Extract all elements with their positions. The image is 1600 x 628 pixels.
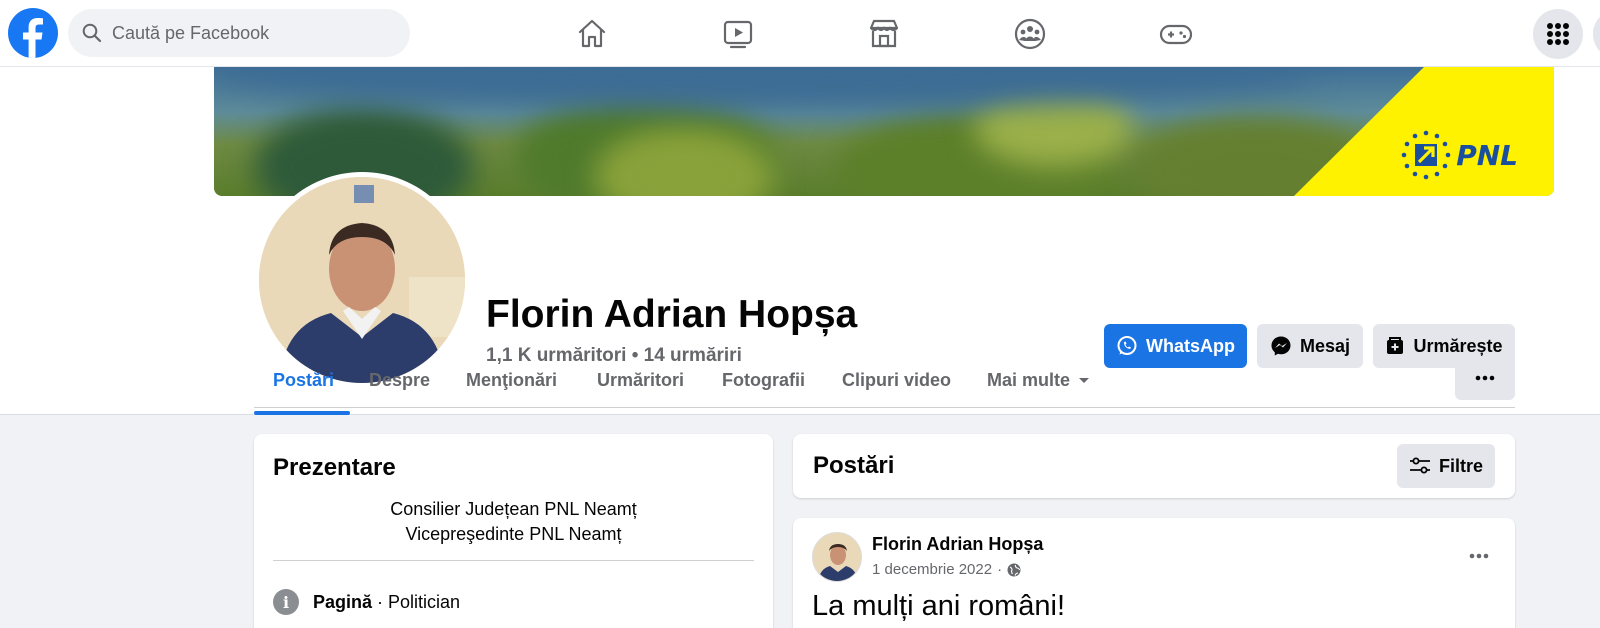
apps-menu-button[interactable] xyxy=(1533,9,1583,59)
post-author-avatar[interactable] xyxy=(812,532,862,582)
filters-button[interactable]: Filtre xyxy=(1397,444,1495,488)
post-options-button[interactable] xyxy=(1461,538,1497,574)
post-author-name[interactable]: Florin Adrian Hopșa xyxy=(872,534,1043,555)
post-text: La mulți ani români! xyxy=(812,590,1066,622)
caret-down-icon xyxy=(1079,378,1090,383)
home-icon[interactable] xyxy=(570,12,614,56)
pnl-stars-logo-icon xyxy=(1401,130,1451,180)
post-card: Florin Adrian Hopșa 1 decembrie 2022 · L… xyxy=(793,518,1515,628)
posts-header-card: Postări Filtre xyxy=(793,434,1515,498)
post-date[interactable]: 1 decembrie 2022 xyxy=(872,561,992,578)
category-label: Pagină xyxy=(313,591,373,612)
page-title: Florin Adrian Hopșa xyxy=(486,293,858,336)
globe-icon xyxy=(1007,563,1021,576)
bio-line-2: Vicepreşedinte PNL Neamț xyxy=(405,524,622,544)
page-category-row: i Pagină · Politician xyxy=(273,589,460,615)
filter-sliders-icon xyxy=(1409,457,1430,474)
search-input[interactable] xyxy=(112,22,382,44)
follow-label: Urmărește xyxy=(1413,335,1503,356)
facebook-logo-icon[interactable] xyxy=(8,8,58,58)
tab-about[interactable]: Despre xyxy=(369,370,430,422)
grid-icon xyxy=(1547,23,1569,45)
tab-mentions[interactable]: Menţionări xyxy=(466,370,557,422)
message-label: Mesaj xyxy=(1299,335,1351,356)
follower-stats[interactable]: 1,1 K urmăritori • 14 urmăriri xyxy=(486,345,742,367)
messenger-icon xyxy=(1271,336,1291,356)
intro-card: Prezentare Consilier Județean PNL Neamț … xyxy=(254,434,773,628)
gaming-icon[interactable] xyxy=(1154,12,1198,56)
category-value: · Politician xyxy=(372,591,461,612)
active-tab-indicator xyxy=(254,411,350,415)
marketplace-icon[interactable] xyxy=(862,12,906,56)
tab-videos[interactable]: Clipuri video xyxy=(842,370,951,422)
post-meta: 1 decembrie 2022 · xyxy=(872,561,1021,578)
pnl-logo-text: PNL xyxy=(1456,138,1518,172)
tab-more[interactable]: Mai multe xyxy=(987,370,1090,422)
message-button[interactable]: Mesaj xyxy=(1257,324,1363,368)
filters-label: Filtre xyxy=(1438,455,1483,476)
search-box[interactable] xyxy=(68,9,410,57)
whatsapp-button[interactable]: WhatsApp xyxy=(1104,324,1247,368)
tab-photos[interactable]: Fotografii xyxy=(722,370,805,422)
groups-icon[interactable] xyxy=(1008,12,1052,56)
intro-title: Prezentare xyxy=(273,454,396,481)
whatsapp-icon xyxy=(1117,336,1137,355)
profile-picture[interactable] xyxy=(254,172,470,388)
more-options-button[interactable] xyxy=(1455,356,1515,400)
whatsapp-label: WhatsApp xyxy=(1146,335,1235,356)
intro-bio: Consilier Județean PNL Neamț Vicepreşedi… xyxy=(254,497,773,547)
ellipsis-icon xyxy=(1475,375,1495,381)
profile-header: PNL Florin Adrian Hopșa 1,1 K urmăritori… xyxy=(0,67,1600,415)
intro-divider xyxy=(273,560,754,561)
follow-icon xyxy=(1387,337,1404,354)
search-icon xyxy=(82,23,102,43)
bio-line-1: Consilier Județean PNL Neamț xyxy=(390,499,637,519)
tab-followers[interactable]: Urmăritori xyxy=(597,370,684,422)
meta-separator: · xyxy=(997,561,1003,578)
posts-title: Postări xyxy=(813,452,895,479)
cover-photo[interactable]: PNL xyxy=(214,67,1554,196)
pnl-logo: PNL xyxy=(1400,129,1518,181)
ellipsis-icon xyxy=(1469,553,1489,559)
tab-more-label: Mai multe xyxy=(987,370,1071,390)
video-icon[interactable] xyxy=(716,12,760,56)
top-navigation-bar xyxy=(0,0,1600,67)
messenger-button[interactable] xyxy=(1593,9,1600,59)
info-icon: i xyxy=(273,589,299,615)
